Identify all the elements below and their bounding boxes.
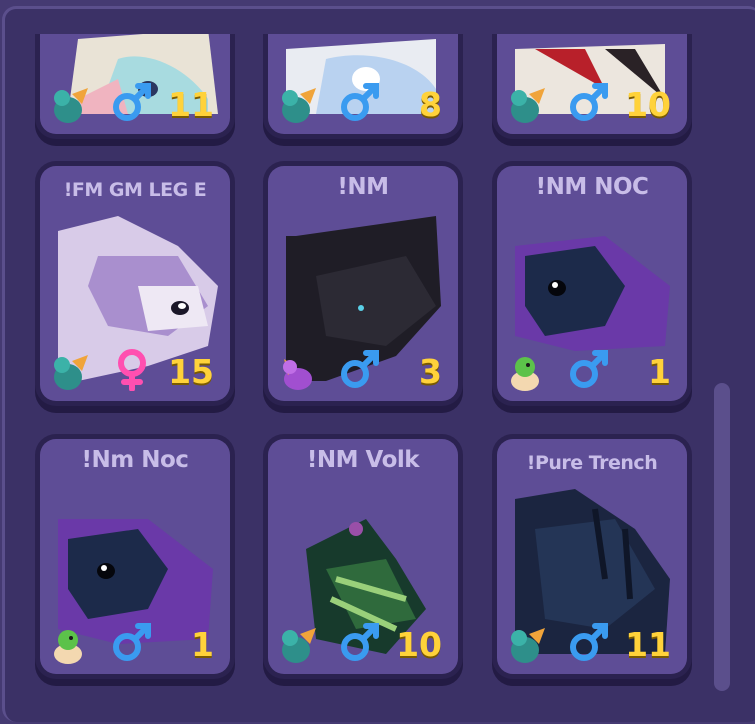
pet-card[interactable]: !FM GM LEG E 15 bbox=[40, 166, 230, 401]
male-icon bbox=[341, 350, 379, 388]
pet-count: 10 bbox=[396, 625, 442, 664]
pet-count: 1 bbox=[648, 352, 671, 391]
pet-count: 1 bbox=[191, 625, 214, 664]
egg-dragon-icon bbox=[54, 630, 82, 664]
pet-card[interactable]: !Nm Noc 1 bbox=[40, 439, 230, 674]
pet-card[interactable]: !NM NOC 1 bbox=[497, 166, 687, 401]
male-icon bbox=[113, 83, 151, 121]
pet-count: 8 bbox=[419, 85, 442, 124]
dragon-icon bbox=[282, 628, 316, 663]
dragon-icon bbox=[511, 88, 545, 123]
female-icon bbox=[118, 349, 146, 391]
dragon-icon bbox=[54, 355, 88, 390]
dragon-icon bbox=[511, 628, 545, 663]
pet-count: 11 bbox=[625, 625, 671, 664]
pet-card[interactable]: !Pure Trench 11 bbox=[497, 439, 687, 674]
pet-grid: 11 8 10 !FM GM LEG E 15 !NM 3 !NM NOC 1 … bbox=[0, 34, 710, 724]
egg-dragon-icon bbox=[511, 357, 539, 391]
pet-count: 15 bbox=[168, 352, 214, 391]
pet-card-title: !NM Volk bbox=[306, 447, 420, 473]
pet-card[interactable]: !NM 3 bbox=[268, 166, 458, 401]
male-icon bbox=[341, 623, 379, 661]
pet-card[interactable]: 10 bbox=[497, 34, 687, 134]
pet-card-title: !Nm Noc bbox=[81, 447, 189, 473]
pet-card[interactable]: !NM Volk 10 bbox=[268, 439, 458, 674]
pet-card-title: !Pure Trench bbox=[526, 452, 658, 474]
male-icon bbox=[341, 83, 379, 121]
pet-card[interactable]: 11 bbox=[40, 34, 230, 134]
male-icon bbox=[570, 623, 608, 661]
pet-card-title: !NM NOC bbox=[535, 174, 649, 200]
dragon-icon bbox=[54, 88, 88, 123]
pet-count: 3 bbox=[419, 352, 442, 391]
pet-count: 10 bbox=[625, 85, 671, 124]
male-icon bbox=[570, 83, 608, 121]
male-icon bbox=[113, 623, 151, 661]
scrollbar[interactable] bbox=[714, 383, 730, 691]
pet-card[interactable]: 8 bbox=[268, 34, 458, 134]
dragon-icon bbox=[282, 88, 316, 123]
pet-card-title: !FM GM LEG E bbox=[63, 179, 207, 201]
purple-dragon-icon bbox=[283, 359, 312, 390]
pet-card-title: !NM bbox=[337, 174, 389, 200]
pet-count: 11 bbox=[168, 85, 214, 124]
male-icon bbox=[570, 350, 608, 388]
